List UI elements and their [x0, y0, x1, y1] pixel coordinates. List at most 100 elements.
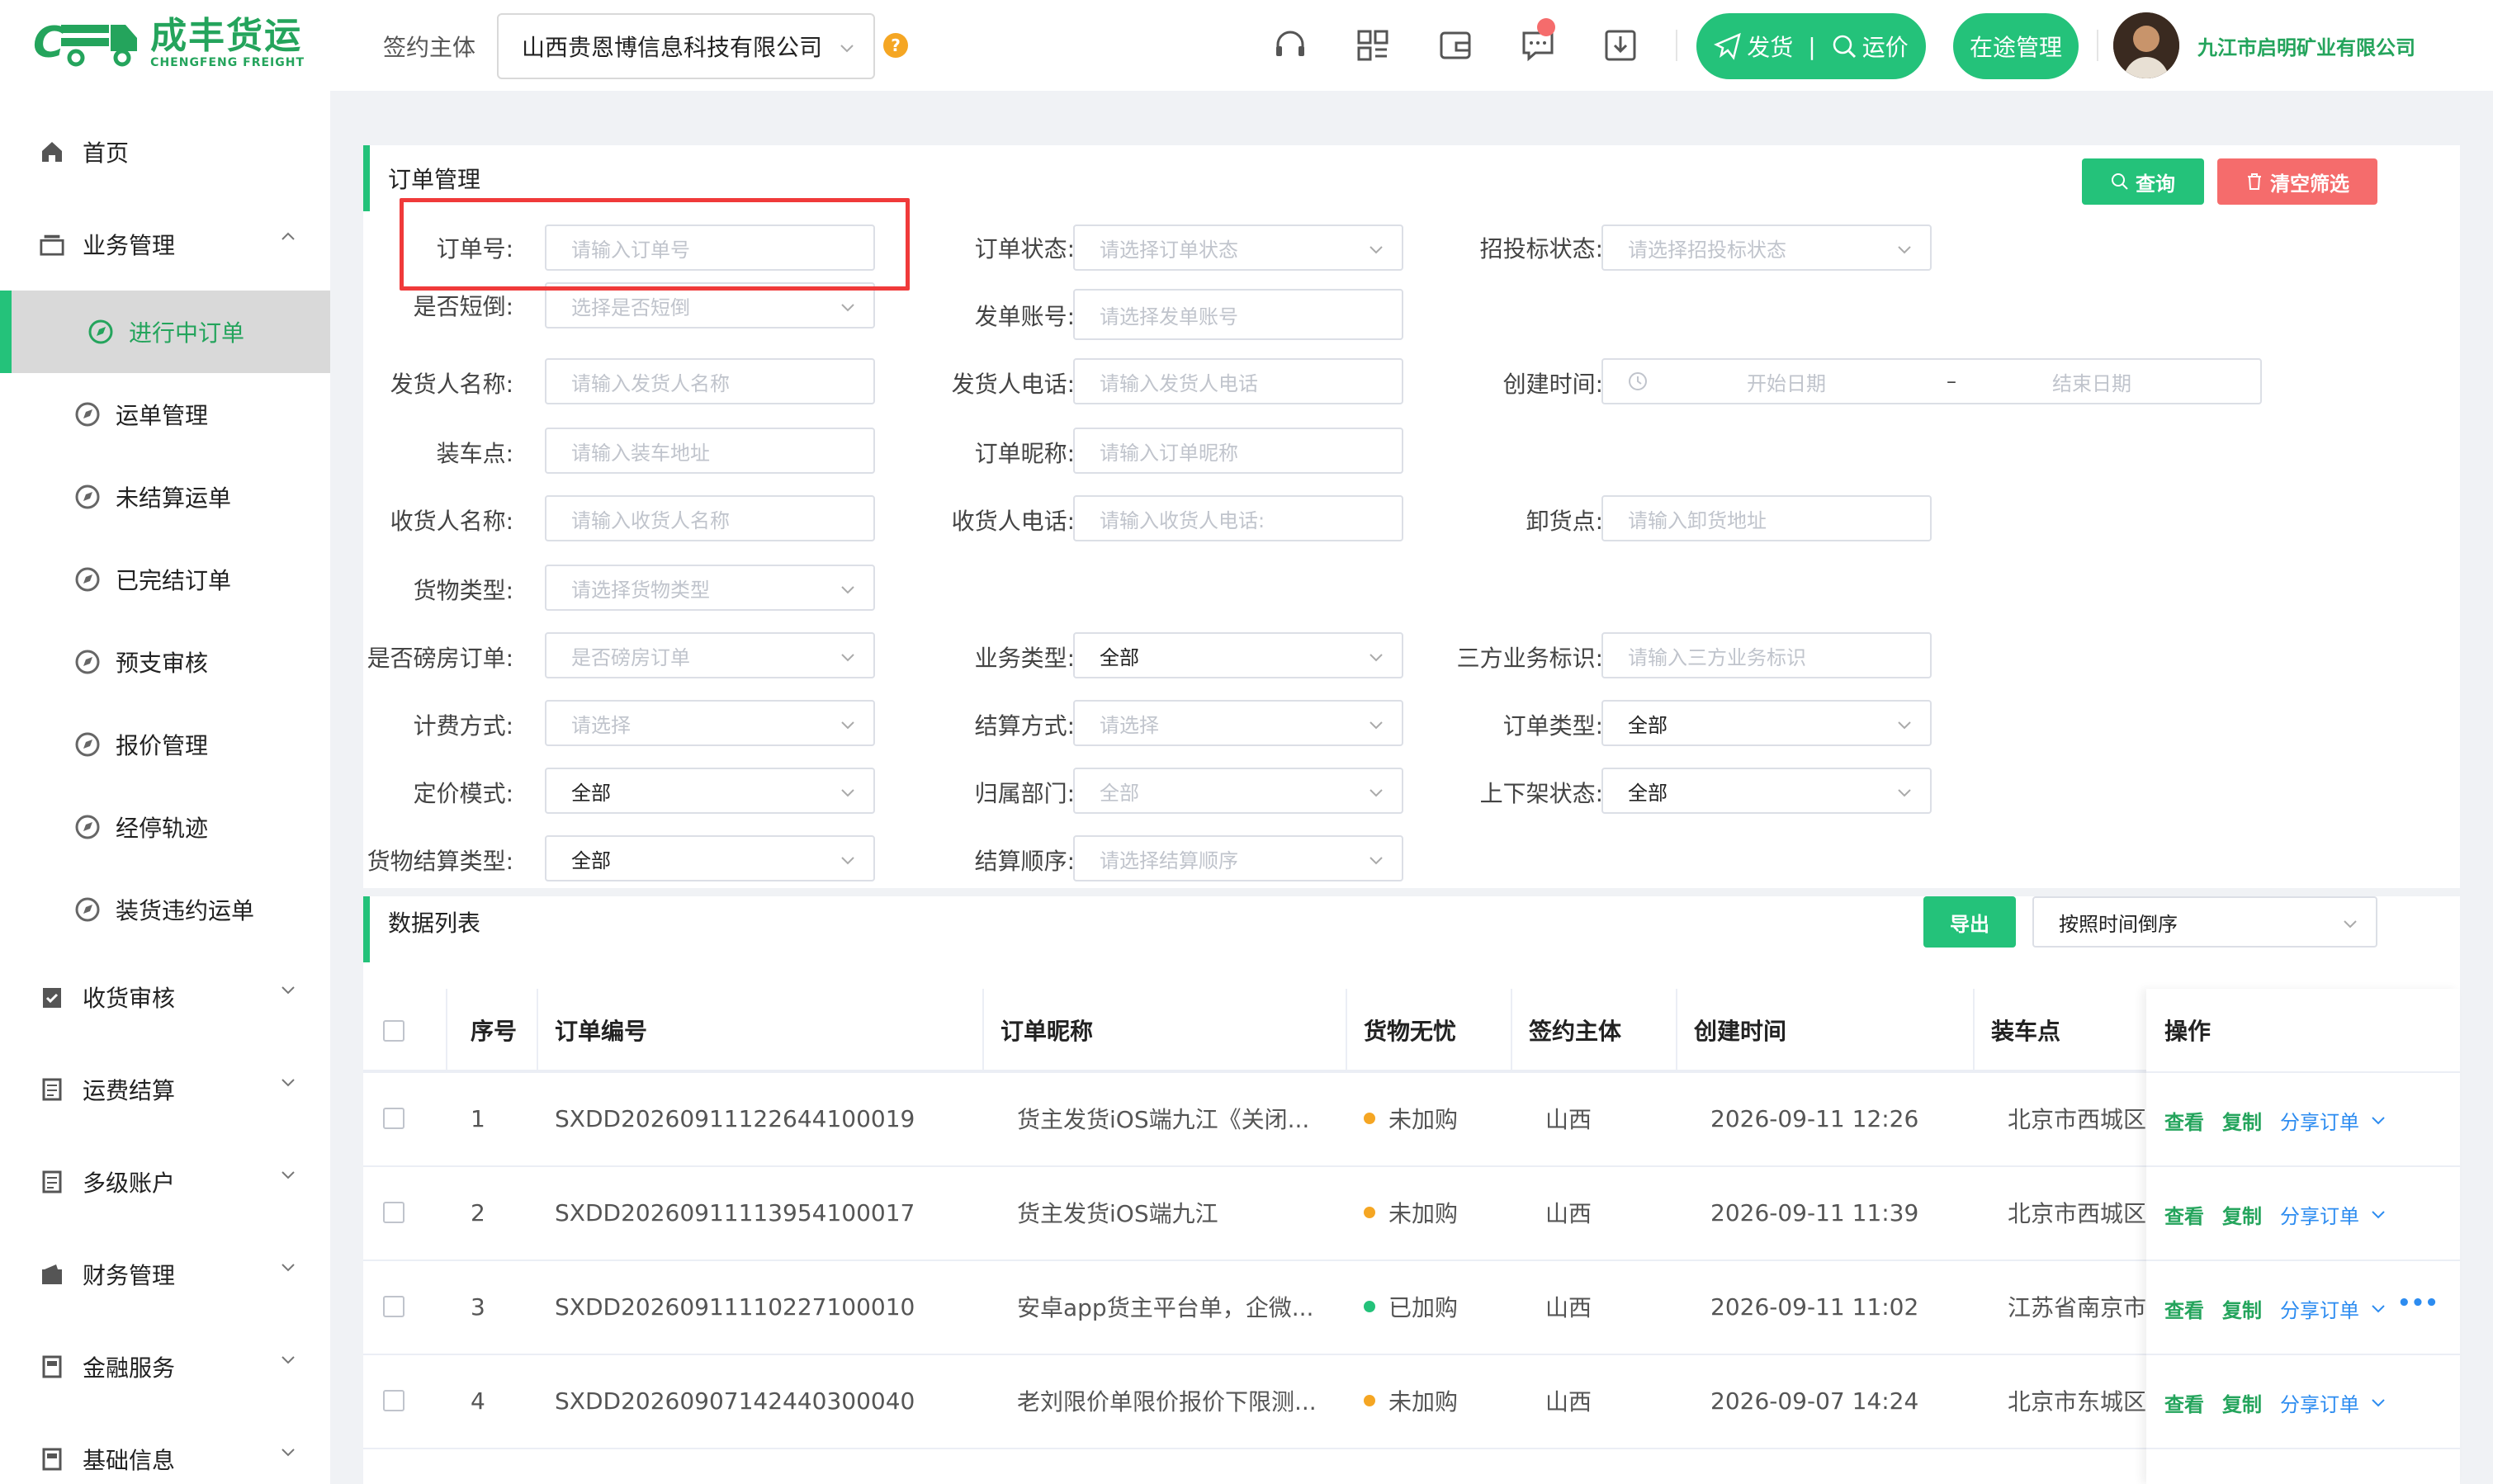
search-icon — [2112, 173, 2128, 190]
share-order-link[interactable]: 分享订单 — [2280, 1294, 2359, 1323]
copy-link[interactable]: 复制 — [2222, 1200, 2262, 1229]
transit-management-button[interactable]: 在途管理 — [1953, 13, 2079, 79]
table-cell: 江苏省南京市 — [2008, 1294, 2147, 1321]
chevron-down-icon[interactable] — [2371, 1301, 2386, 1316]
share-order-link[interactable]: 分享订单 — [2280, 1106, 2359, 1135]
truck-logo-icon — [61, 25, 138, 67]
column-header: 签约主体 — [1529, 1018, 1622, 1045]
sidebar-item-label: 进行中订单 — [129, 319, 245, 347]
sidebar-item-financial-services[interactable]: 金融服务 — [0, 1321, 330, 1413]
sidebar-item-accounts[interactable]: 多级账户 — [0, 1136, 330, 1228]
sidebar-item-settlement[interactable]: 运费结算 — [0, 1043, 330, 1136]
clear-filter-button[interactable]: 清空筛选 — [2217, 158, 2377, 205]
view-link[interactable]: 查看 — [2164, 1200, 2204, 1229]
settle-method-select[interactable]: 请选择 — [1073, 700, 1403, 746]
sidebar-item-completed[interactable]: 已完结订单 — [0, 538, 330, 621]
more-actions-icon[interactable]: ••• — [2397, 1291, 2439, 1316]
select-all-checkbox[interactable] — [383, 1020, 404, 1042]
row-checkbox[interactable] — [383, 1390, 404, 1411]
highlight-box — [400, 198, 910, 291]
company-name[interactable]: 九江市启明矿业有限公司 — [2197, 31, 2415, 60]
insure-status: 已加购 — [1388, 1294, 1459, 1321]
sidebar-item-receipt[interactable]: 收货审核 — [0, 951, 330, 1043]
row-checkbox[interactable] — [383, 1202, 404, 1223]
brand-logo[interactable]: C 成丰货运 CHENGFENG FREIGHT — [33, 10, 314, 76]
receiver-name-input[interactable]: 请输入收货人名称 — [545, 495, 875, 541]
sidebar-item-stop-track[interactable]: 经停轨迹 — [0, 786, 330, 868]
copy-link[interactable]: 复制 — [2222, 1106, 2262, 1135]
sidebar-item-home[interactable]: 首页 — [0, 106, 330, 198]
goods-type-select[interactable]: 请选择货物类型 — [545, 565, 875, 611]
weigh-order-select[interactable]: 是否磅房订单 — [545, 632, 875, 678]
export-button[interactable]: 导出 — [1923, 896, 2016, 948]
department-select[interactable]: 全部 — [1073, 768, 1403, 814]
share-order-link[interactable]: 分享订单 — [2280, 1200, 2359, 1229]
unload-point-input[interactable]: 请输入卸货地址 — [1601, 495, 1932, 541]
table-cell: SXDD20260907142440300040 — [555, 1387, 915, 1415]
compass-icon — [75, 732, 100, 757]
chevron-down-icon[interactable] — [2371, 1113, 2386, 1127]
avatar[interactable] — [2113, 12, 2179, 78]
bid-status-select[interactable]: 请选择招投标状态 — [1601, 224, 1932, 271]
column-divider — [1346, 989, 1347, 1071]
goods-settle-select[interactable]: 全部 — [545, 835, 875, 881]
wallet-icon[interactable] — [1436, 26, 1474, 64]
pricing-value: 全部 — [571, 781, 611, 805]
sidebar-item-basic-info[interactable]: 基础信息 — [0, 1413, 330, 1484]
sidebar-item-ongoing-orders[interactable]: 进行中订单 — [0, 291, 330, 373]
download-icon[interactable] — [1601, 26, 1639, 64]
contract-entity-label: 签约主体 — [383, 34, 476, 61]
create-time-range[interactable]: 开始日期 – 结束日期 — [1601, 358, 2262, 404]
column-header: 货物无忧 — [1364, 1018, 1457, 1045]
contract-entity-select[interactable]: 山西贵恩博信息科技有限公司 — [497, 13, 875, 79]
order-type-select[interactable]: 全部 — [1601, 700, 1932, 746]
row-checkbox[interactable] — [383, 1108, 404, 1129]
view-link[interactable]: 查看 — [2164, 1106, 2204, 1135]
pricing-select[interactable]: 全部 — [545, 768, 875, 814]
headset-icon[interactable] — [1271, 26, 1309, 64]
copy-link[interactable]: 复制 — [2222, 1388, 2262, 1417]
help-icon[interactable]: ? — [883, 33, 908, 58]
chevron-down-icon[interactable] — [2371, 1207, 2386, 1222]
shelf-status-select[interactable]: 全部 — [1601, 768, 1932, 814]
ship-price-button[interactable]: 发货 | 运价 — [1696, 13, 1926, 79]
row-checkbox[interactable] — [383, 1296, 404, 1317]
divider — [2097, 30, 2098, 61]
billing-select[interactable]: 请选择 — [545, 700, 875, 746]
order-nick-input[interactable]: 请输入订单昵称 — [1073, 428, 1403, 474]
ship-price-divider: | — [1808, 32, 1816, 60]
biz-type-value: 全部 — [1100, 645, 1139, 669]
start-date-input[interactable]: 开始日期 — [1747, 367, 1826, 396]
third-party-input[interactable]: 请输入三方业务标识 — [1601, 632, 1932, 678]
share-order-link[interactable]: 分享订单 — [2280, 1388, 2359, 1417]
table-cell: 山西 — [1545, 1294, 1592, 1321]
sidebar-item-unsettled[interactable]: 未结算运单 — [0, 456, 330, 538]
sidebar-item-advance-review[interactable]: 预支审核 — [0, 621, 330, 703]
sort-select[interactable]: 按照时间倒序 — [2032, 896, 2377, 948]
column-header: 操作 — [2164, 1018, 2212, 1045]
biz-type-select[interactable]: 全部 — [1073, 632, 1403, 678]
view-link[interactable]: 查看 — [2164, 1388, 2204, 1417]
sidebar-item-waybills[interactable]: 运单管理 — [0, 373, 330, 456]
end-date-input[interactable]: 结束日期 — [2052, 367, 2131, 396]
weigh-order-label: 是否磅房订单: — [367, 645, 513, 672]
table-cell: 1 — [471, 1104, 485, 1132]
shipper-phone-input[interactable]: 请输入发货人电话 — [1073, 358, 1403, 404]
receiver-phone-input[interactable]: 请输入收货人电话: — [1073, 495, 1403, 541]
order-status-select[interactable]: 请选择订单状态 — [1073, 224, 1403, 271]
sidebar-item-load-violation[interactable]: 装货违约运单 — [0, 868, 330, 951]
copy-link[interactable]: 复制 — [2222, 1294, 2262, 1323]
contract-entity-value: 山西贵恩博信息科技有限公司 — [522, 34, 823, 61]
chevron-down-icon[interactable] — [2371, 1395, 2386, 1410]
chevron-down-icon — [840, 45, 854, 53]
sidebar-item-business[interactable]: 业务管理 — [0, 198, 330, 291]
shipper-name-input[interactable]: 请输入发货人名称 — [545, 358, 875, 404]
settle-order-select[interactable]: 请选择结算顺序 — [1073, 835, 1403, 881]
sidebar-item-quotes[interactable]: 报价管理 — [0, 703, 330, 786]
query-button[interactable]: 查询 — [2082, 158, 2204, 205]
load-point-input[interactable]: 请输入装车地址 — [545, 428, 875, 474]
grid-icon[interactable] — [1354, 26, 1392, 64]
ship-account-select[interactable]: 请选择发单账号 — [1073, 289, 1403, 340]
view-link[interactable]: 查看 — [2164, 1294, 2204, 1323]
sidebar-item-finance[interactable]: 财务管理 — [0, 1228, 330, 1321]
